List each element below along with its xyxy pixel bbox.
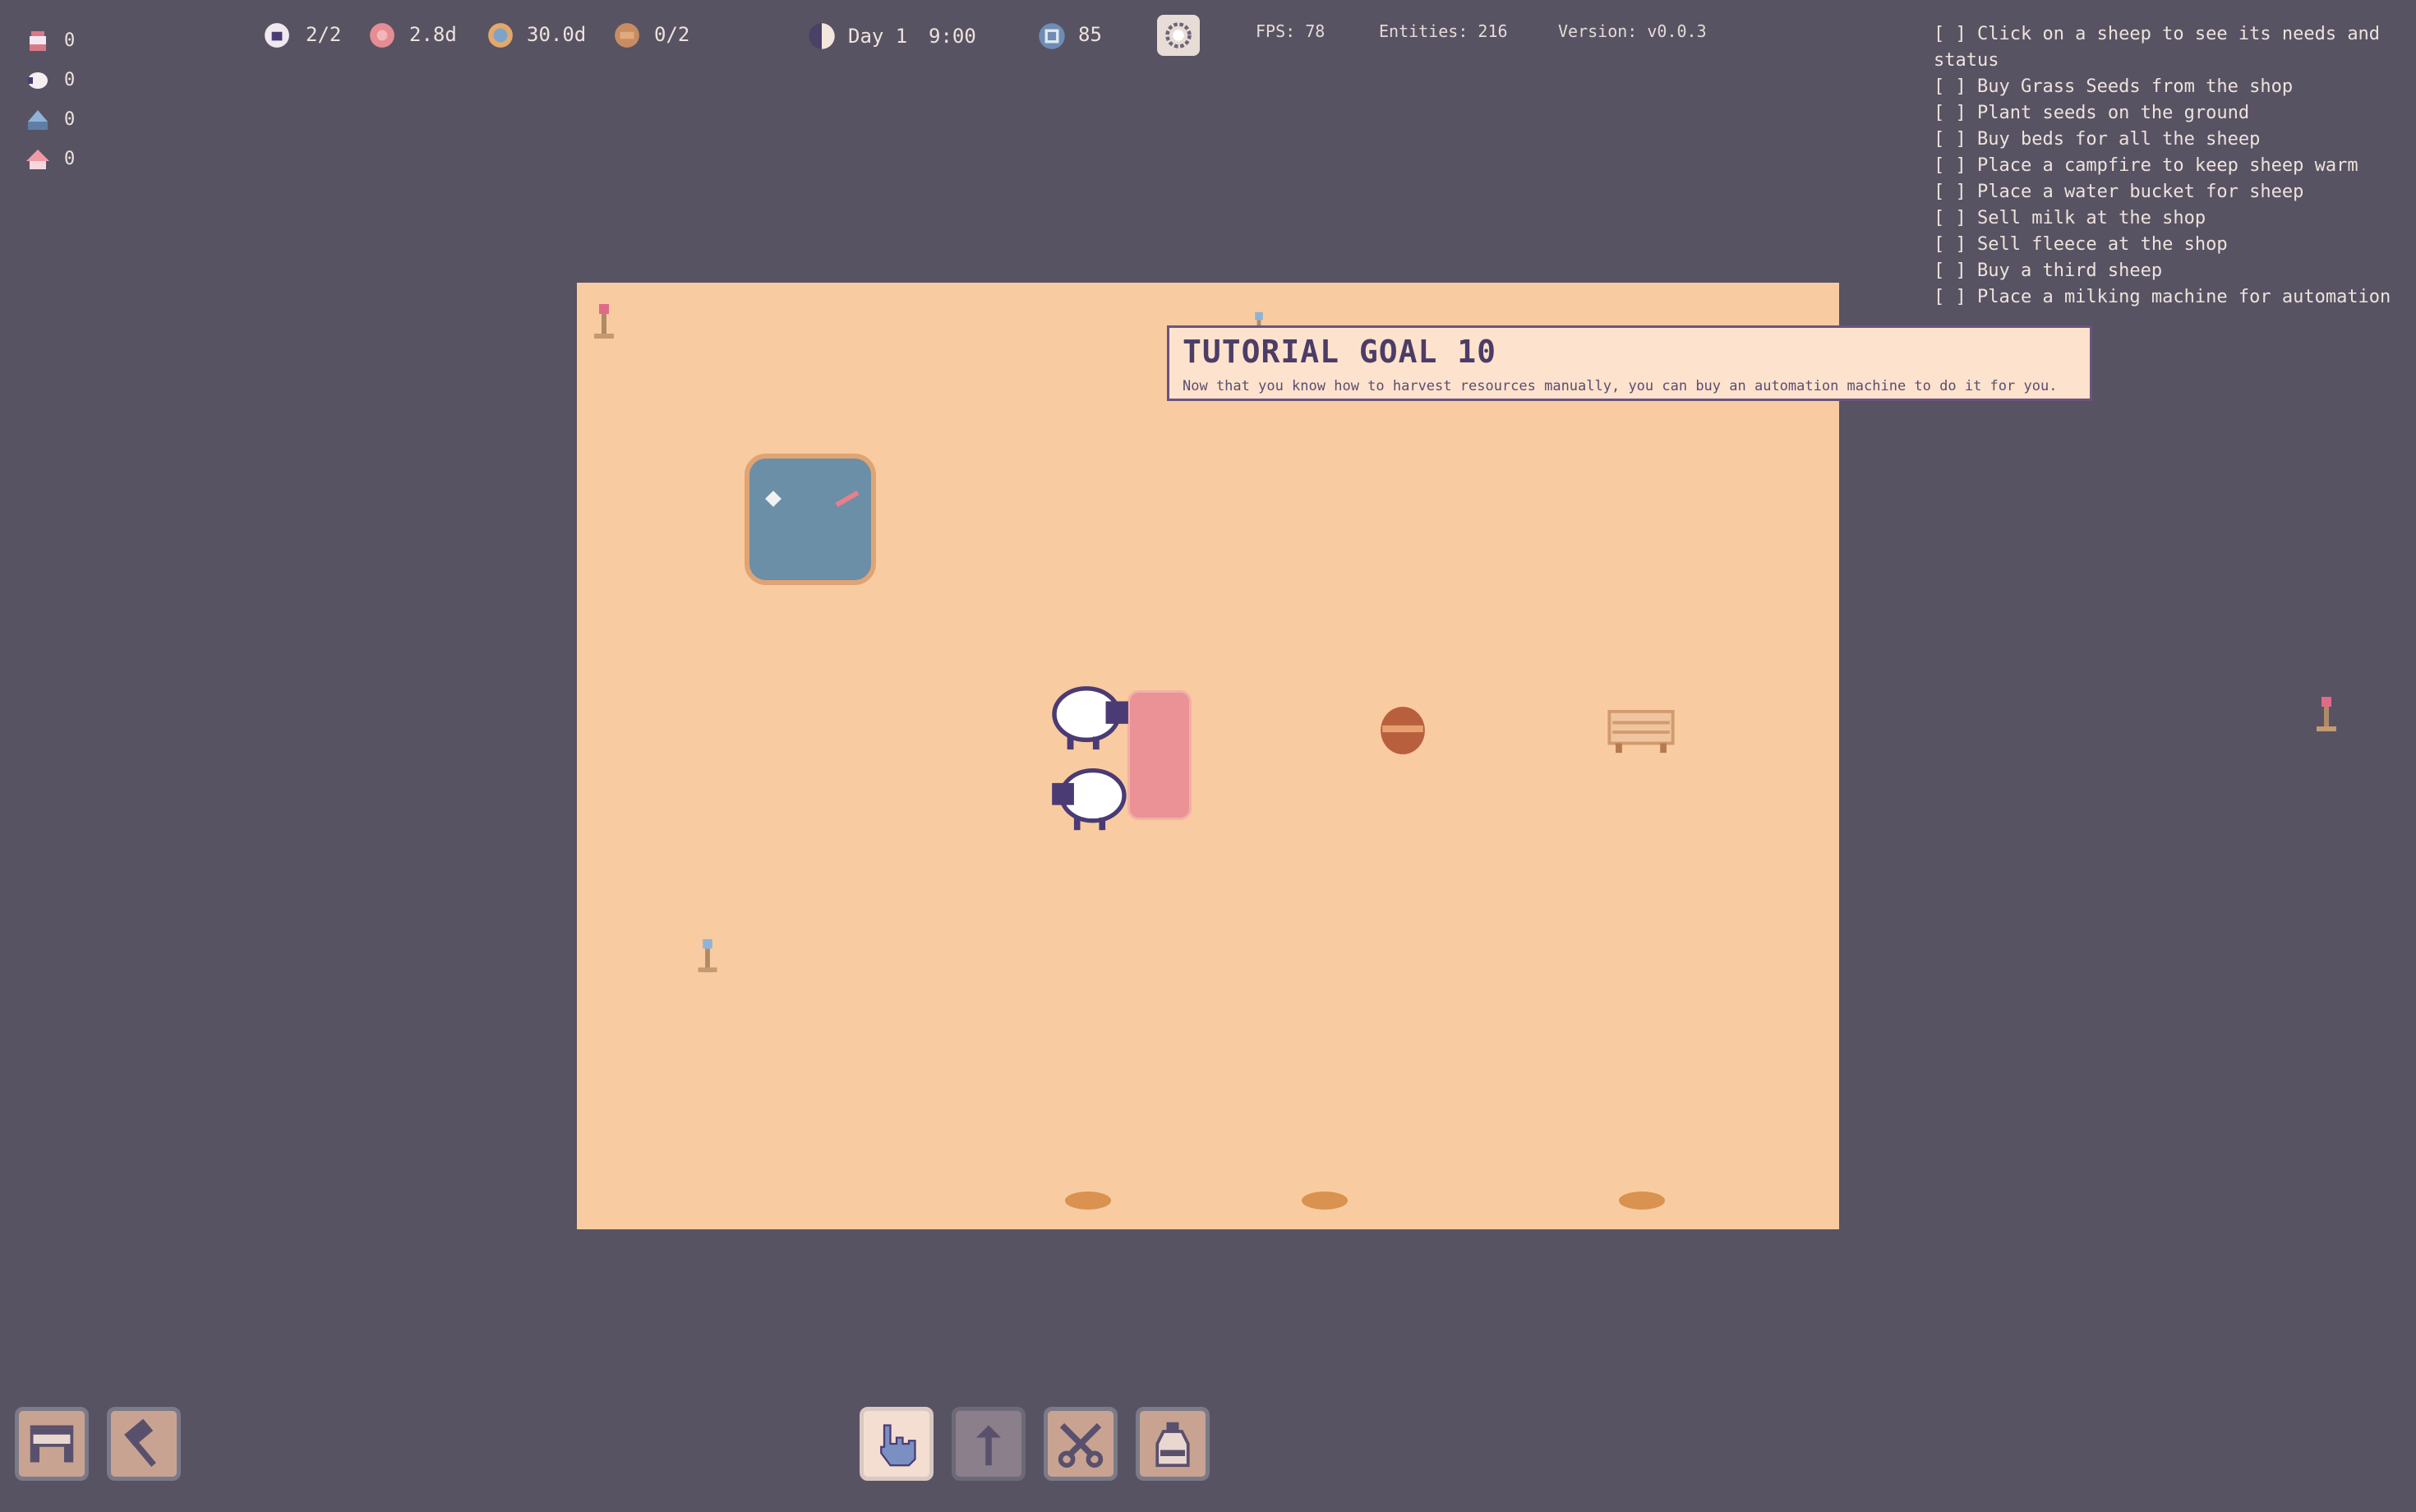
tutorial-tooltip: TUTORIAL GOAL 10 Now that you know how t… [1167,325,2092,401]
task-item: [ ] Sell milk at the shop [1934,208,2206,228]
time-label: 9:00 [929,25,976,48]
hammer-icon [124,1419,156,1468]
version-label: Version: v0.0.3 [1558,21,1707,41]
food-icon [370,23,394,48]
stone [1302,1192,1348,1210]
water-pond[interactable] [745,454,876,585]
flower-icon [698,938,717,973]
flower-icon [594,304,614,339]
entity-counter: Entities: 216 [1379,21,1508,41]
sheep[interactable] [1047,682,1132,753]
stone [1065,1192,1111,1210]
water-icon [28,110,48,130]
shop-button[interactable] [15,1407,89,1481]
resource-house: 0 [25,143,123,176]
water-drop-icon [488,23,513,48]
game-field[interactable] [577,283,2336,1229]
scissors-icon [1058,1422,1104,1468]
resource-milk: 0 [25,25,123,58]
beds-count: 0/2 [654,23,690,46]
shovel-icon [976,1425,1001,1466]
sheep-icon [265,23,289,48]
pond-reflection [835,490,860,508]
task-item: [ ] Place a campfire to keep sheep warm [1934,155,2358,176]
day-label: Day 1 [848,25,908,48]
tool-shovel[interactable] [952,1407,1026,1481]
sheep-count: 2/2 [306,23,342,46]
task-item: [ ] Click on a sheep to see its needs an… [1934,24,2381,71]
resource-fleece: 0 [25,64,123,97]
task-item: [ ] Place a water bucket for sheep [1934,182,2304,202]
task-item: [ ] Buy a third sheep [1934,260,2163,281]
resource-milk-value: 0 [64,30,76,51]
barrel[interactable] [1379,705,1427,756]
milk-bottle-icon [1155,1422,1190,1468]
tooltip-body: Now that you know how to harvest resourc… [1183,378,2058,394]
fps-counter: FPS: 78 [1256,21,1326,41]
task-item: [ ] Place a milking machine for automati… [1934,287,2391,307]
sheep[interactable] [1047,764,1132,833]
resource-fleece-value: 0 [64,70,76,90]
tutorial-checklist: [ ] Click on a sheep to see its needs an… [1934,21,2410,334]
food-days: 2.8d [409,23,457,46]
bench[interactable] [1606,708,1676,756]
coin-icon [1039,23,1065,49]
tool-scissors[interactable] [1044,1407,1118,1481]
flower-icon [2317,697,2336,731]
settings-button[interactable] [1157,15,1200,56]
tool-milk[interactable] [1136,1407,1210,1481]
resource-house-value: 0 [64,149,76,169]
coins-value: 85 [1078,23,1102,46]
shop-icon [30,1425,74,1463]
house-icon [26,150,49,169]
task-item: [ ] Buy Grass Seeds from the shop [1934,76,2294,97]
task-item: [ ] Buy beds for all the sheep [1934,129,2261,150]
tool-hand[interactable] [860,1407,934,1481]
pond-sparkle [765,491,782,507]
hand-pointer-icon [880,1424,916,1467]
stone [1619,1192,1665,1210]
sheep-bed[interactable] [1127,690,1192,820]
resource-water-value: 0 [64,109,76,130]
bed-icon [615,23,639,48]
tooltip-title: TUTORIAL GOAL 10 [1183,334,1497,370]
gear-icon [1165,22,1192,48]
task-item: [ ] Sell fleece at the shop [1934,234,2228,255]
resource-water: 0 [25,104,123,136]
milk-icon [30,31,46,51]
day-night-icon [809,23,835,49]
task-item: [ ] Plant seeds on the ground [1934,103,2250,123]
build-button[interactable] [107,1407,181,1481]
water-days: 30.0d [527,23,587,46]
fleece-icon [28,72,48,89]
